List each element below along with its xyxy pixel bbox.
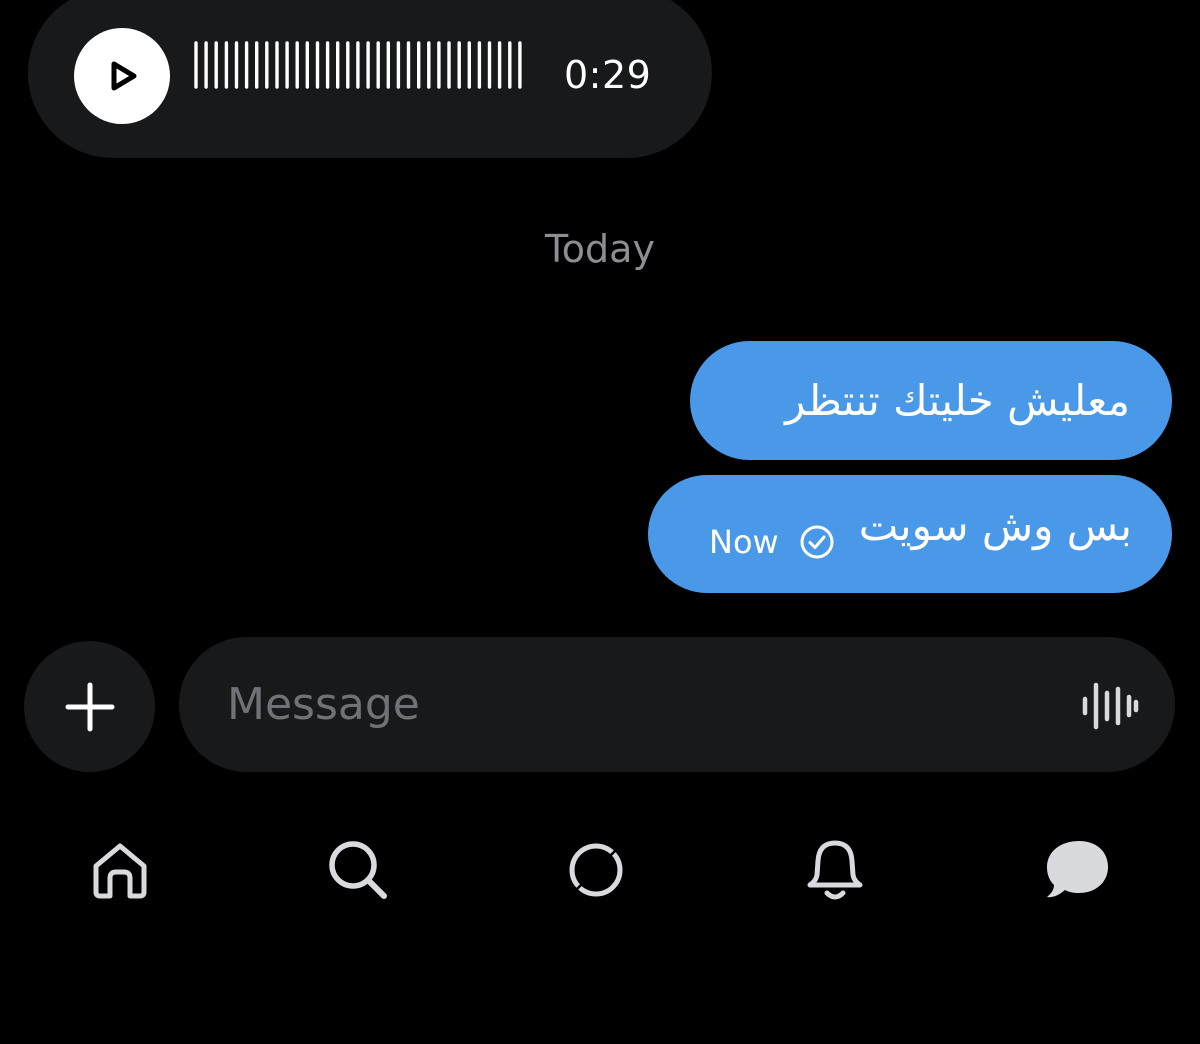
tab-home[interactable] <box>80 830 160 910</box>
play-icon <box>111 61 137 91</box>
bell-icon <box>807 840 863 900</box>
message-text: بس وش سويت <box>858 501 1132 550</box>
explore-icon <box>560 834 632 906</box>
outgoing-message[interactable]: بس وش سويت Now <box>648 475 1172 593</box>
chat-bubble-icon <box>1047 841 1108 898</box>
plus-icon <box>65 682 114 731</box>
message-timestamp: Now <box>709 523 779 561</box>
audio-waveform[interactable] <box>194 41 528 89</box>
date-separator: Today <box>545 227 655 271</box>
waveform-icon[interactable] <box>1081 680 1139 732</box>
message-composer <box>179 637 1175 772</box>
add-attachment-button[interactable] <box>24 641 155 772</box>
play-button[interactable] <box>74 28 170 124</box>
tab-messages[interactable] <box>1037 830 1117 910</box>
read-check-icon <box>800 525 834 559</box>
voice-duration: 0:29 <box>564 53 652 97</box>
tab-search[interactable] <box>318 830 398 910</box>
voice-message-bubble: 0:29 <box>28 0 712 158</box>
tab-notifications[interactable] <box>795 830 875 910</box>
message-text: معليش خليتك تنتظر <box>785 375 1130 425</box>
bottom-tab-bar <box>0 820 1200 920</box>
tab-explore[interactable] <box>556 830 636 910</box>
outgoing-message[interactable]: معليش خليتك تنتظر <box>690 341 1172 460</box>
message-meta: Now <box>709 522 835 562</box>
search-icon <box>329 841 387 899</box>
message-input[interactable] <box>227 671 1047 737</box>
home-icon <box>93 843 147 899</box>
